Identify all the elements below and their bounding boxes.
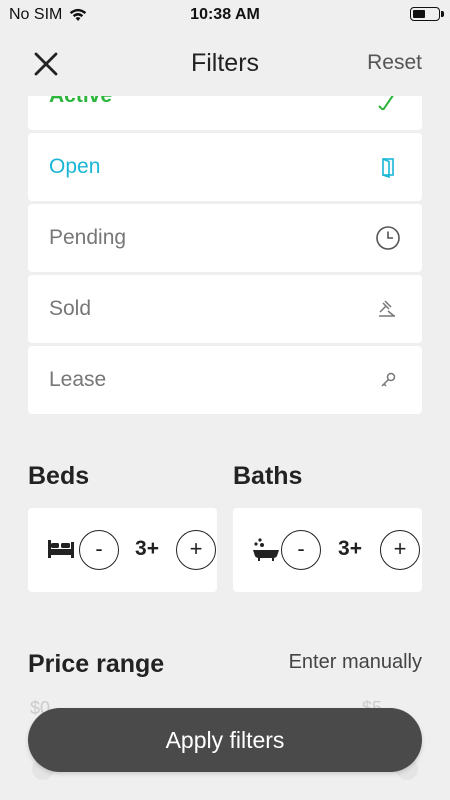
beds-stepper: - 3+ + [28,508,217,592]
status-item-lease[interactable]: Lease [28,346,422,414]
status-label-lease: Lease [49,368,107,391]
header: Filters Reset [0,30,450,96]
battery-fill [413,10,425,18]
key-icon [381,372,396,387]
baths-value: 3+ [338,537,362,560]
battery-icon [410,7,444,21]
apply-filters-button[interactable]: Apply filters [28,708,422,772]
status-item-open[interactable]: Open [28,133,422,201]
clock-time: 10:38 AM [190,6,260,23]
bed-icon [48,540,74,558]
enter-manually-link[interactable]: Enter manually [289,651,422,674]
reset-button[interactable]: Reset [367,51,422,75]
price-range-title: Price range [28,650,165,678]
baths-title: Baths [233,462,303,490]
beds-plus-button[interactable]: + [176,530,216,570]
baths-plus-button[interactable]: + [380,530,420,570]
status-bar: No SIM 10:38 AM [0,0,450,30]
clock-icon [376,226,400,250]
status-item-pending[interactable]: Pending [28,204,422,272]
bathtub-icon [253,538,279,561]
beds-minus-button[interactable]: - [79,530,119,570]
baths-stepper: - 3+ + [233,508,422,592]
door-icon [382,158,394,179]
status-label-open: Open [49,155,101,178]
gavel-icon [379,300,395,317]
status-label-pending: Pending [49,226,127,249]
beds-value: 3+ [135,537,159,560]
status-item-sold[interactable]: Sold [28,275,422,343]
status-label-sold: Sold [49,297,92,320]
baths-minus-button[interactable]: - [281,530,321,570]
beds-title: Beds [28,462,90,490]
